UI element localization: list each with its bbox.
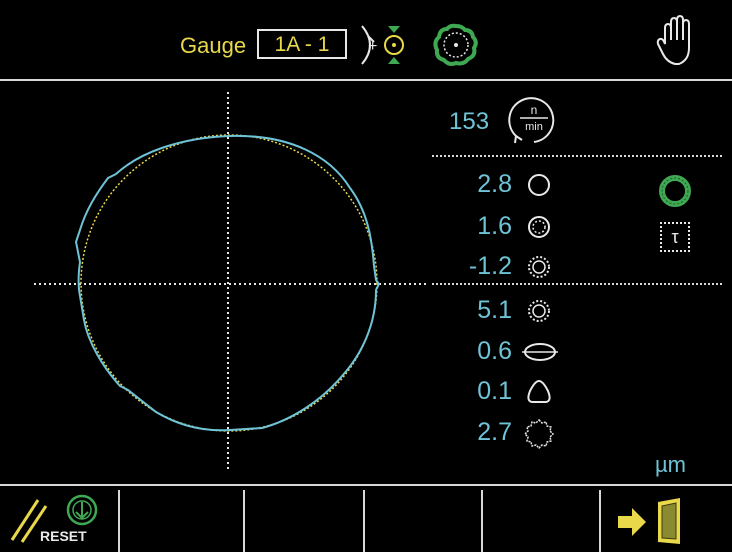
measurement-value: 2.8 [477, 170, 512, 198]
manual-mode-hand-icon[interactable] [655, 14, 701, 68]
gauge-id-field[interactable]: 1A - 1 [257, 29, 347, 59]
tau-filter-icon[interactable]: τ [660, 222, 690, 252]
waviness-icon [523, 418, 555, 450]
measurement-value: 2.7 [477, 418, 512, 446]
roundness-circle-icon [528, 174, 550, 196]
softkey-4[interactable] [365, 490, 483, 552]
softkey-5[interactable] [483, 490, 601, 552]
filtered-circle-icon [528, 216, 550, 238]
measurement-value: -1.2 [468, 252, 512, 280]
triangle-lobing-icon [527, 379, 551, 403]
gauge-label: Gauge [180, 33, 247, 58]
softkey-2[interactable] [120, 490, 245, 552]
measure-mode-icon[interactable]: + [348, 22, 418, 68]
svg-text:n: n [531, 103, 538, 117]
measurement-value: 0.1 [477, 377, 512, 405]
svg-text:min: min [525, 121, 543, 133]
unit-label: µm [655, 452, 687, 477]
measurement-value: 5.1 [477, 296, 512, 324]
exit-door-icon [618, 498, 680, 544]
rpm-unit-icon: n min [508, 97, 555, 144]
dotted-circle-alt-icon [528, 300, 550, 322]
roundness-profile-plot [34, 92, 426, 470]
reset-label: RESET [40, 528, 87, 544]
profile-ring-icon[interactable] [656, 172, 694, 210]
tau-label: τ [671, 227, 679, 247]
measurement-value: 0.6 [477, 337, 512, 365]
roundness-profile-icon[interactable] [432, 22, 480, 68]
measurement-divider [432, 283, 722, 285]
dotted-circle-icon [528, 256, 550, 278]
speed-divider [432, 155, 722, 157]
gauge-screen: { "header": { "gauge_label": "Gauge", "g… [0, 0, 732, 552]
softkey-3[interactable] [245, 490, 365, 552]
start-icon [66, 494, 98, 526]
ovality-icon [522, 343, 558, 361]
measurement-value: 1.6 [477, 212, 512, 240]
speed-value: 153 [449, 108, 490, 135]
footer-divider [0, 484, 732, 486]
header-divider [0, 79, 732, 81]
